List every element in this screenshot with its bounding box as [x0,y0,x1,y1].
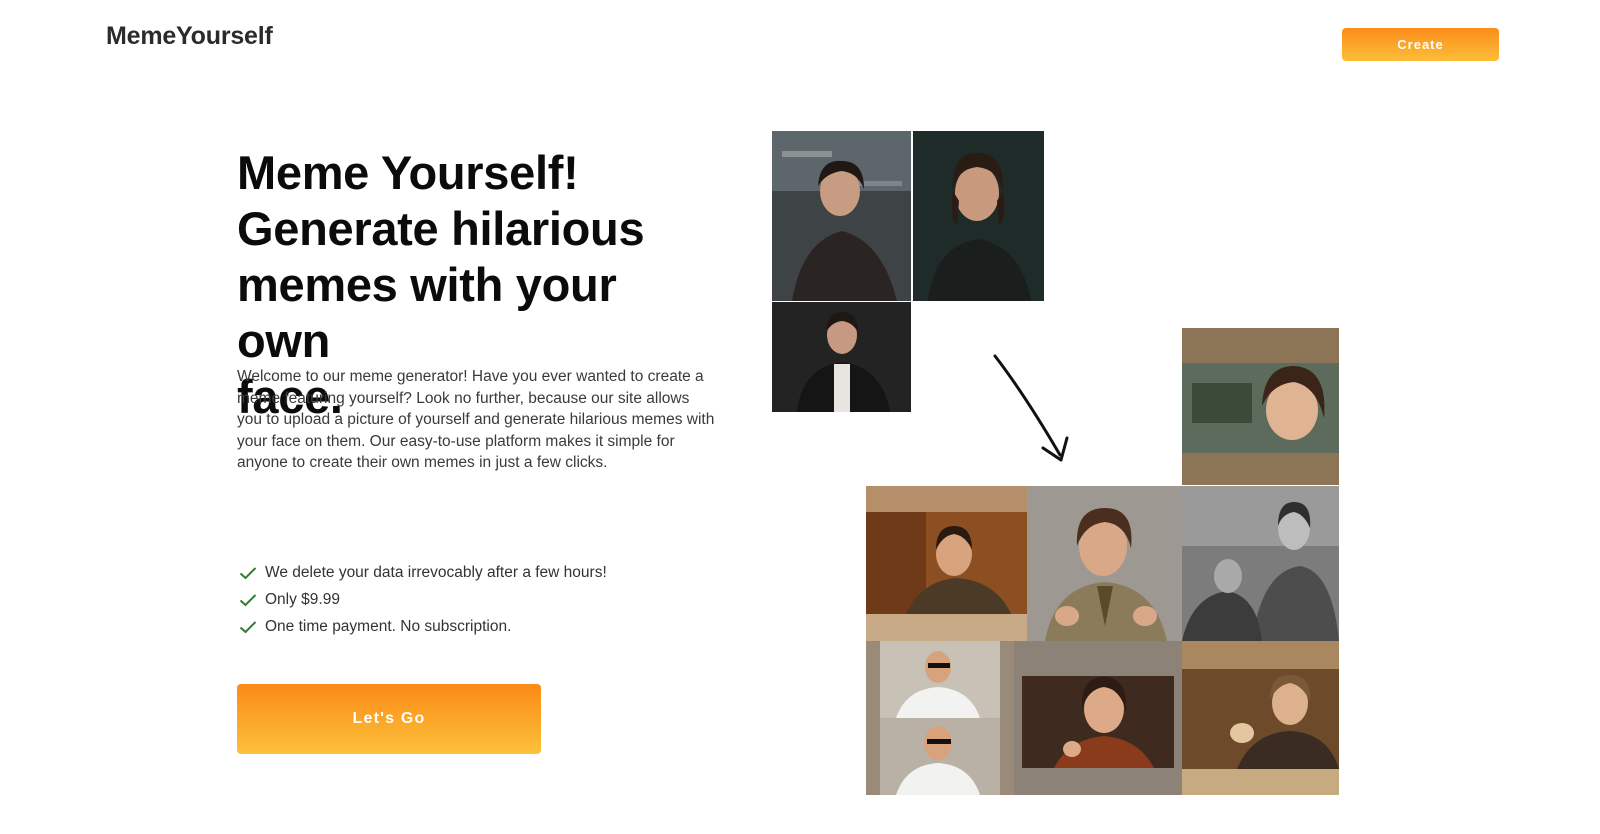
meme-result-2 [866,486,1027,641]
feature-text: Only $9.99 [265,590,340,608]
feature-list: We delete your data irrevocably after a … [239,559,607,640]
meme-result-6 [1014,641,1182,795]
arrow-down-right-icon [993,354,1069,462]
feature-item: We delete your data irrevocably after a … [239,559,607,586]
meme-result-1 [1182,328,1339,485]
meme-result-7 [1182,641,1339,795]
hero-intro: Welcome to our meme generator! Have you … [237,368,715,471]
brand-logo[interactable]: MemeYourself [106,22,273,51]
create-button[interactable]: Create [1342,28,1499,61]
headline-line: Generate hilarious [237,202,645,255]
headline-line: Meme Yourself! [237,146,579,199]
meme-result-5 [866,641,1014,795]
feature-text: We delete your data irrevocably after a … [265,563,607,581]
source-photo-2 [913,131,1044,301]
meme-result-3 [1027,486,1182,641]
landing-page: MemeYourself Create Meme Yourself! Gener… [0,0,1600,834]
source-photo-1 [772,131,911,301]
check-icon [239,620,257,633]
meme-result-4 [1182,486,1339,641]
lets-go-button[interactable]: Let's Go [237,684,541,754]
check-icon [239,566,257,579]
headline-line: memes with your own [237,258,617,367]
check-icon [239,593,257,606]
feature-item: One time payment. No subscription. [239,613,607,640]
source-photo-3 [772,302,911,412]
feature-text: One time payment. No subscription. [265,617,512,635]
feature-item: Only $9.99 [239,586,607,613]
